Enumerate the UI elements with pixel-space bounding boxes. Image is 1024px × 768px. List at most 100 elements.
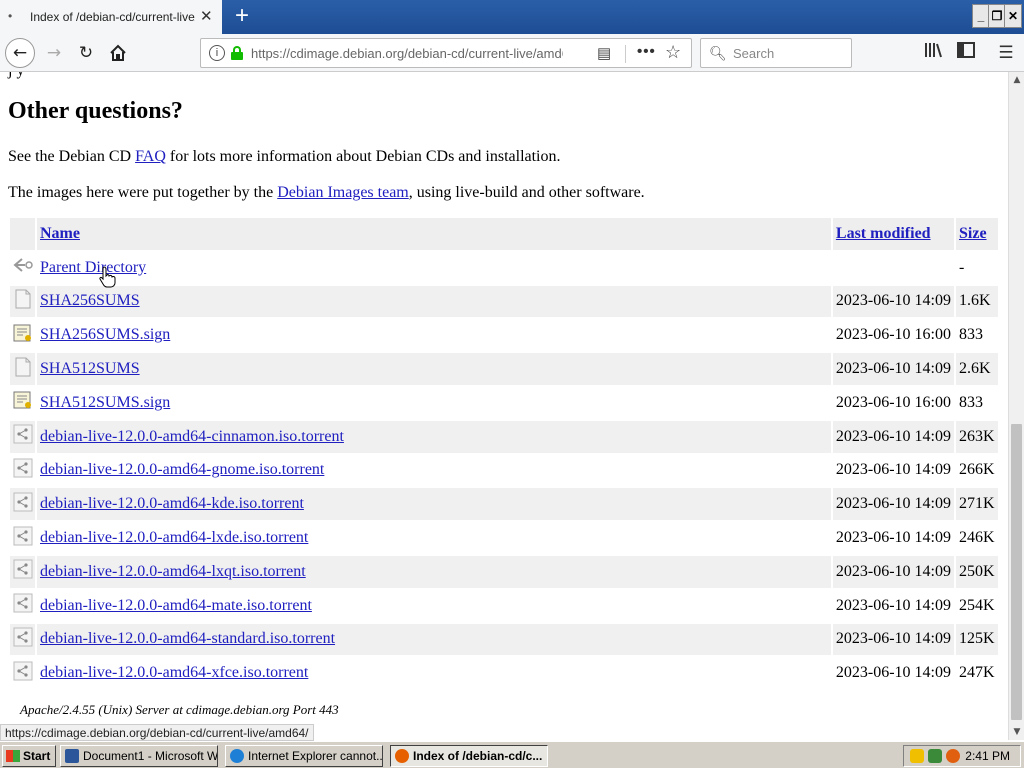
file-link[interactable]: Parent Directory (40, 259, 146, 276)
tab-close-icon[interactable]: ✕ (200, 7, 213, 25)
search-placeholder: Search (733, 46, 775, 61)
start-button[interactable]: Start (2, 745, 56, 767)
row-icon-cell (10, 387, 35, 419)
sort-by-modified-link[interactable]: Last modified (836, 225, 931, 242)
size-column-header[interactable]: Size (956, 218, 998, 250)
taskbar-item-firefox[interactable]: Index of /debian-cd/c... (390, 745, 548, 767)
navigation-toolbar: ← → ↻ i https://cdimage.debian.org/debia… (0, 34, 1024, 72)
sidebar-icon[interactable] (954, 41, 978, 65)
row-icon-cell (10, 252, 35, 284)
taskbar-clock[interactable]: 2:41 PM (965, 749, 1010, 763)
firefox-icon (395, 749, 409, 763)
page-content: j y Other questions? See the Debian CD F… (0, 72, 1008, 740)
file-link[interactable]: SHA512SUMS (40, 360, 140, 377)
row-icon-cell (10, 420, 35, 453)
row-size-cell: 254K (959, 596, 995, 614)
faq-text-after: for lots more information about Debian C… (165, 148, 561, 165)
url-separator (625, 45, 626, 63)
table-row: debian-live-12.0.0-amd64-lxde.iso.torren… (10, 522, 998, 554)
site-info-icon[interactable]: i (209, 45, 225, 61)
file-listing-body: Parent Directory - SHA256SUMS 2023-06-10 14… (10, 252, 998, 689)
row-icon-cell (10, 522, 35, 554)
row-size-cell: 266K (959, 461, 995, 479)
taskbar-item-label: Index of /debian-cd/c... (413, 749, 543, 763)
torrent-icon (13, 661, 33, 686)
scroll-down-arrow-icon[interactable]: ▼ (1009, 724, 1024, 740)
row-name-cell: debian-live-12.0.0-amd64-xfce.iso.torren… (37, 657, 831, 689)
faq-paragraph: See the Debian CD FAQ for lots more info… (8, 148, 561, 166)
update-icon[interactable] (946, 749, 960, 763)
sort-by-name-link[interactable]: Name (40, 225, 80, 242)
network-icon[interactable] (928, 749, 942, 763)
scrollbar-thumb[interactable] (1011, 424, 1022, 720)
search-box[interactable]: 🔍︎ Search (700, 38, 852, 68)
row-name-cell: SHA256SUMS.sign (37, 319, 831, 351)
debian-images-team-link[interactable]: Debian Images team (277, 184, 409, 201)
row-size-cell: 833 (959, 326, 983, 344)
row-name-cell: debian-live-12.0.0-amd64-lxde.iso.torren… (37, 522, 831, 554)
file-link[interactable]: debian-live-12.0.0-amd64-mate.iso.torren… (40, 597, 312, 614)
address-bar[interactable]: i https://cdimage.debian.org/debian-cd/c… (200, 38, 692, 68)
library-icon[interactable] (922, 41, 946, 65)
modified-column-header[interactable]: Last modified (832, 218, 954, 250)
back-button[interactable]: ← (5, 38, 35, 68)
close-window-button[interactable]: ✕ (1004, 4, 1022, 28)
row-icon-cell (10, 657, 35, 689)
home-icon (110, 44, 126, 61)
browser-tab-bar: • Index of /debian-cd/current-live/amd64… (0, 0, 1024, 34)
file-link[interactable]: SHA256SUMS (40, 292, 140, 309)
table-header-row: Name Last modified Size (10, 218, 998, 250)
torrent-icon (13, 424, 33, 449)
start-label: Start (23, 749, 51, 763)
file-link[interactable]: debian-live-12.0.0-amd64-xfce.iso.torren… (40, 664, 308, 681)
reader-view-icon[interactable]: ▤ (597, 44, 611, 62)
file-link[interactable]: SHA256SUMS.sign (40, 326, 170, 343)
home-button[interactable] (104, 39, 132, 67)
security-shield-icon[interactable] (910, 749, 924, 763)
new-tab-button[interactable]: + (230, 2, 254, 30)
row-size-cell: 125K (956, 623, 998, 656)
team-paragraph: The images here were put together by the… (8, 184, 645, 202)
forward-button[interactable]: → (40, 39, 68, 67)
row-name-cell: debian-live-12.0.0-amd64-lxqt.iso.torren… (37, 555, 831, 588)
file-link[interactable]: debian-live-12.0.0-amd64-gnome.iso.torre… (40, 461, 324, 478)
bookmark-star-icon[interactable]: ☆ (665, 42, 681, 63)
table-row: debian-live-12.0.0-amd64-standard.iso.to… (10, 623, 998, 656)
faq-text-before: See the Debian CD (8, 148, 136, 165)
row-modified-cell: 2023-06-10 16:00 (835, 393, 951, 411)
file-link[interactable]: debian-live-12.0.0-amd64-cinnamon.iso.to… (40, 428, 344, 445)
torrent-icon (13, 559, 33, 584)
url-text[interactable]: https://cdimage.debian.org/debian-cd/cur… (251, 46, 563, 61)
row-icon-cell (10, 455, 35, 487)
row-name-cell: debian-live-12.0.0-amd64-mate.iso.torren… (37, 590, 831, 622)
file-listing-table: Name Last modified Size Parent Directory… (8, 216, 1000, 691)
file-link[interactable]: debian-live-12.0.0-amd64-kde.iso.torrent (40, 495, 304, 512)
file-link[interactable]: debian-live-12.0.0-amd64-lxde.iso.torren… (40, 529, 308, 546)
active-tab[interactable]: • Index of /debian-cd/current-live/amd64… (0, 0, 222, 34)
reload-button[interactable]: ↻ (72, 39, 100, 67)
file-link[interactable]: SHA512SUMS.sign (40, 394, 170, 411)
file-link[interactable]: debian-live-12.0.0-amd64-standard.iso.to… (40, 630, 335, 647)
row-icon-cell (10, 319, 35, 351)
sort-by-size-link[interactable]: Size (959, 225, 987, 242)
table-row: SHA512SUMS 2023-06-10 14:09 2.6K (10, 353, 998, 385)
row-size-cell: 263K (956, 420, 998, 453)
scroll-up-arrow-icon[interactable]: ▲ (1009, 72, 1024, 88)
ie-icon (230, 749, 244, 763)
page-heading: Other questions? (8, 98, 183, 124)
name-column-header[interactable]: Name (37, 218, 831, 250)
signed-file-icon (13, 323, 33, 348)
page-actions-icon[interactable]: ••• (637, 43, 656, 60)
menu-icon[interactable]: ☰ (994, 41, 1018, 65)
hand-cursor-icon (99, 266, 116, 288)
taskbar-item-ie[interactable]: Internet Explorer cannot... (225, 745, 383, 767)
taskbar-item-word[interactable]: Document1 - Microsoft W... (60, 745, 218, 767)
faq-link[interactable]: FAQ (135, 148, 166, 165)
row-modified-cell: 2023-06-10 14:09 (832, 285, 954, 318)
server-address: Apache/2.4.55 (Unix) Server at cdimage.d… (20, 702, 339, 717)
file-link[interactable]: debian-live-12.0.0-amd64-lxqt.iso.torren… (40, 563, 306, 580)
table-row: debian-live-12.0.0-amd64-mate.iso.torren… (10, 590, 998, 622)
row-size-cell: 250K (956, 555, 998, 588)
vertical-scrollbar[interactable]: ▲ ▼ (1008, 72, 1024, 740)
row-modified-cell: 2023-06-10 14:09 (835, 664, 951, 682)
